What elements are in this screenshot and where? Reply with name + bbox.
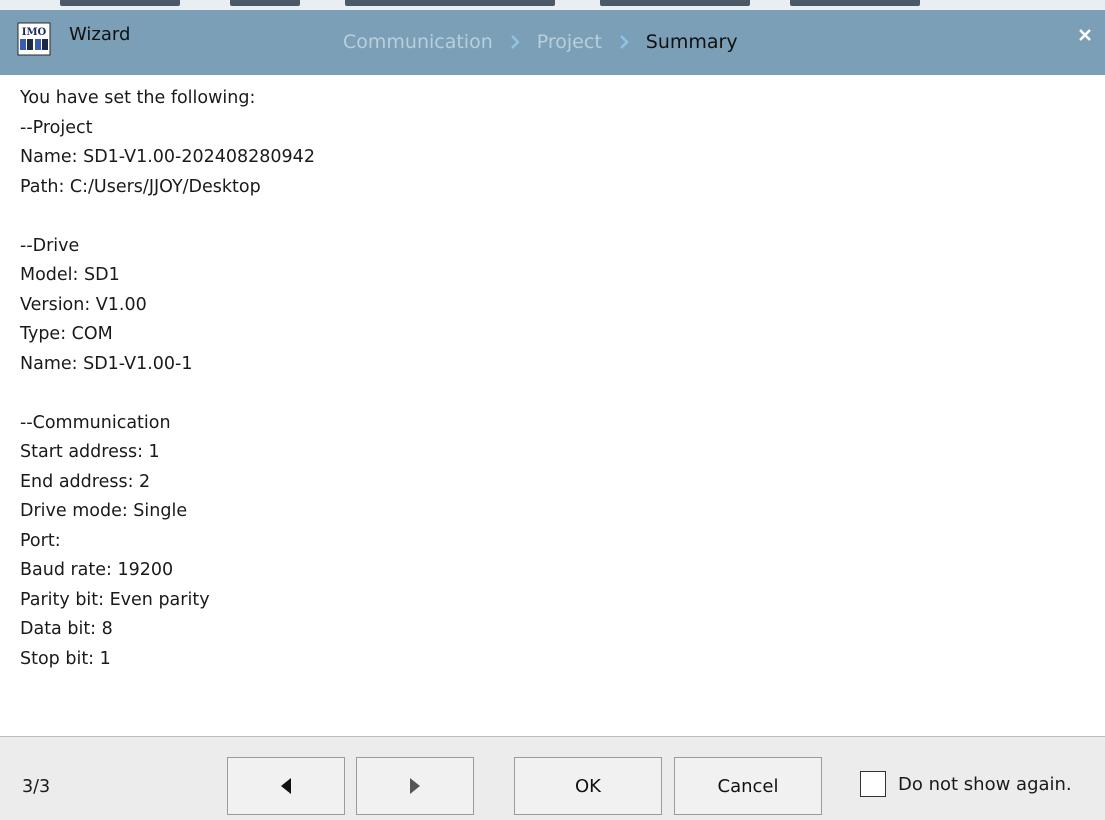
summary-line: Version: V1.00 <box>20 294 147 315</box>
title-bar: IMO Wizard Communication Project Summary <box>0 10 1105 75</box>
cancel-button[interactable]: Cancel <box>674 757 822 815</box>
summary-line: Name: SD1-V1.00-202408280942 <box>20 147 315 167</box>
app-icon-text: IMO <box>22 27 47 38</box>
summary-line: Port: <box>20 530 61 551</box>
step-project: Project <box>536 31 602 53</box>
triangle-left-icon <box>281 778 291 794</box>
summary-line: Start address: 1 <box>20 442 160 462</box>
imo-logo-icon: IMO <box>17 22 51 56</box>
summary-line: Path: C:/Users/JJOY/Desktop <box>20 176 261 197</box>
background-window-strip <box>0 0 1105 10</box>
summary-line: Data bit: 8 <box>20 619 113 639</box>
previous-button[interactable] <box>227 757 345 815</box>
close-button[interactable] <box>1075 23 1095 47</box>
wizard-footer: 3/3 OK Cancel Do not show again. <box>0 736 1105 820</box>
dont-show-again-option[interactable]: Do not show again. <box>860 771 1072 797</box>
summary-line: Parity bit: Even parity <box>20 589 210 610</box>
ok-button[interactable]: OK <box>514 757 662 815</box>
summary-text: You have set the following: --Project Na… <box>20 84 1080 674</box>
chevron-right-icon <box>610 32 638 52</box>
step-communication: Communication <box>343 31 493 53</box>
summary-line: You have set the following: <box>20 88 256 108</box>
step-summary: Summary <box>645 31 738 53</box>
summary-line: Model: SD1 <box>20 265 120 285</box>
close-icon <box>1079 29 1091 41</box>
summary-line: Drive mode: Single <box>20 501 188 521</box>
summary-line: Type: COM <box>20 324 113 344</box>
summary-line <box>20 202 1080 232</box>
summary-line: Name: SD1-V1.00-1 <box>20 353 193 374</box>
page-indicator: 3/3 <box>22 777 51 797</box>
chevron-right-icon <box>501 32 529 52</box>
dont-show-again-checkbox[interactable] <box>860 771 886 797</box>
window-title: Wizard <box>69 24 131 45</box>
next-button[interactable] <box>356 757 474 815</box>
summary-line: --Drive <box>20 235 80 256</box>
summary-line: Baud rate: 19200 <box>20 560 174 580</box>
wizard-steps: Communication Project Summary <box>343 31 738 53</box>
summary-line: End address: 2 <box>20 471 151 492</box>
triangle-right-icon <box>410 778 420 794</box>
dont-show-again-label: Do not show again. <box>898 773 1072 795</box>
summary-line: --Communication <box>20 412 171 433</box>
summary-line <box>20 379 1080 409</box>
summary-line: --Project <box>20 117 93 138</box>
summary-line: Stop bit: 1 <box>20 648 111 669</box>
